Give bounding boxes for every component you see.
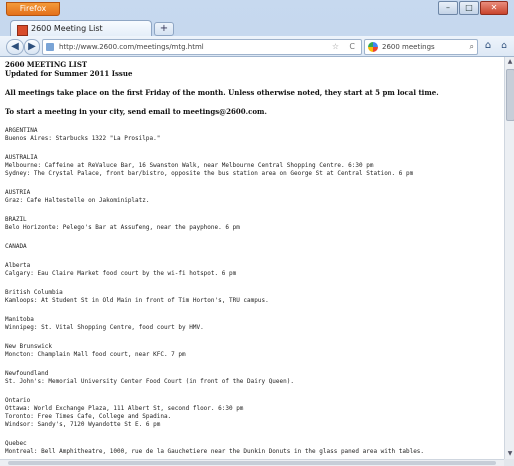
- title-bar: Firefox – □ ✕: [0, 0, 514, 18]
- regions-list: ARGENTINA Buenos Aires: Starbucks 1322 "L…: [5, 127, 503, 456]
- search-input[interactable]: 2600 meetings: [382, 40, 435, 54]
- bookmark-star-icon[interactable]: ☆: [332, 40, 339, 54]
- region-block: New Brunswick Moncton: Champlain Mall foo…: [5, 343, 503, 359]
- region-block: Quebec Montreal: Bell Amphitheatre, 1000,…: [5, 440, 503, 456]
- contact-info: To start a meeting in your city, send em…: [5, 107, 267, 116]
- region-name: AUSTRALIA: [5, 154, 38, 161]
- horizontal-scrollbar[interactable]: [0, 459, 504, 466]
- meeting-info: All meetings take place on the first Fri…: [5, 88, 439, 97]
- forward-button[interactable]: ▶: [24, 39, 40, 55]
- reload-icon[interactable]: C: [349, 40, 355, 54]
- region-block: Manitoba Winnipeg: St. Vital Shopping Cen…: [5, 316, 503, 332]
- address-url[interactable]: http://www.2600.com/meetings/mtg.html: [59, 40, 204, 54]
- maximize-button[interactable]: □: [459, 1, 479, 15]
- region-name: Manitoba: [5, 316, 34, 323]
- scroll-up-arrow[interactable]: ▲: [506, 58, 514, 66]
- firefox-menu-button[interactable]: Firefox: [6, 2, 60, 16]
- tab-2600-meeting-list[interactable]: 2600 Meeting List: [10, 20, 152, 37]
- region-block: CANADA: [5, 243, 503, 251]
- region-name: Alberta: [5, 262, 31, 269]
- region-name: Quebec: [5, 440, 27, 447]
- meeting-entry: Toronto: Free Times Cafe, College and Sp…: [5, 413, 172, 420]
- scroll-down-arrow[interactable]: ▼: [506, 450, 514, 458]
- meeting-entry: Melbourne: Caffeine at ReValuce Bar, 16 …: [5, 162, 374, 169]
- meeting-entry: Belo Horizonte: Pelego's Bar at Assufeng…: [5, 224, 240, 231]
- scrollbar-corner: [504, 459, 514, 466]
- page-content: 2600 MEETING LIST Updated for Summer 201…: [0, 57, 504, 459]
- meeting-entry: Graz: Cafe Haltestelle on Jakominiplatz.: [5, 197, 150, 204]
- browser-window: Firefox – □ ✕ 2600 Meeting List + ◀ ▶ ht…: [0, 0, 514, 466]
- region-name: British Columbia: [5, 289, 63, 296]
- window-controls: – □ ✕: [438, 1, 508, 15]
- extension-icon[interactable]: ⌂: [498, 39, 510, 53]
- address-bar[interactable]: http://www.2600.com/meetings/mtg.html ☆ …: [42, 39, 362, 55]
- meeting-entry: Calgary: Eau Claire Market food court by…: [5, 270, 237, 277]
- region-block: Alberta Calgary: Eau Claire Market food c…: [5, 262, 503, 278]
- meeting-entry: Buenos Aires: Starbucks 1322 "La Prosilp…: [5, 135, 161, 142]
- region-name: New Brunswick: [5, 343, 52, 350]
- home-icon[interactable]: ⌂: [482, 39, 494, 53]
- region-name: ARGENTINA: [5, 127, 38, 134]
- google-engine-icon[interactable]: [368, 42, 378, 52]
- region-name: Ontario: [5, 397, 31, 404]
- close-button[interactable]: ✕: [480, 1, 508, 15]
- region-block: AUSTRALIA Melbourne: Caffeine at ReValuce…: [5, 154, 503, 178]
- horizontal-scroll-thumb[interactable]: [8, 461, 496, 465]
- page-subtitle: Updated for Summer 2011 Issue: [5, 69, 133, 78]
- region-block: Newfoundland St. John's: Memorial Univers…: [5, 370, 503, 386]
- meeting-entry: Montreal: Bell Amphitheatre, 1000, rue d…: [5, 448, 425, 455]
- meeting-entry: Kamloops: At Student St in Old Main in f…: [5, 297, 269, 304]
- region-block: ARGENTINA Buenos Aires: Starbucks 1322 "L…: [5, 127, 503, 143]
- meeting-entry: St. John's: Memorial University Center F…: [5, 378, 294, 385]
- region-name: AUSTRIA: [5, 189, 31, 196]
- back-button[interactable]: ◀: [6, 39, 24, 55]
- region-name: BRAZIL: [5, 216, 27, 223]
- vertical-scroll-thumb[interactable]: [506, 69, 514, 121]
- favicon-icon: [17, 25, 28, 36]
- meeting-entry: Moncton: Champlain Mall food court, near…: [5, 351, 186, 358]
- meeting-entry: Windsor: Sandy's, 7120 Wyandotte St E. 6…: [5, 421, 161, 428]
- new-tab-button[interactable]: +: [154, 22, 174, 36]
- region-block: British Columbia Kamloops: At Student St …: [5, 289, 503, 305]
- region-name: Newfoundland: [5, 370, 49, 377]
- region-block: AUSTRIA Graz: Cafe Haltestelle on Jakomin…: [5, 189, 503, 205]
- minimize-button[interactable]: –: [438, 1, 458, 15]
- region-block: BRAZIL Belo Horizonte: Pelego's Bar at As…: [5, 216, 503, 232]
- page-title: 2600 MEETING LIST: [5, 60, 88, 69]
- region-block: Ontario Ottawa: World Exchange Plaza, 111…: [5, 397, 503, 429]
- meeting-entry: Sydney: The Crystal Palace, front bar/bi…: [5, 170, 414, 177]
- meeting-entry: Ottawa: World Exchange Plaza, 111 Albert…: [5, 405, 244, 412]
- search-bar[interactable]: 2600 meetings ⌕: [364, 39, 478, 55]
- meeting-entry: Winnipeg: St. Vital Shopping Centre, foo…: [5, 324, 204, 331]
- region-name: CANADA: [5, 243, 27, 250]
- meeting-list-document: 2600 MEETING LIST Updated for Summer 201…: [5, 60, 503, 456]
- navigation-toolbar: ◀ ▶ http://www.2600.com/meetings/mtg.htm…: [0, 36, 514, 57]
- vertical-scrollbar[interactable]: ▲ ▼: [504, 57, 514, 459]
- site-identity-icon[interactable]: [46, 43, 54, 51]
- tab-title: 2600 Meeting List: [31, 24, 103, 33]
- search-icon[interactable]: ⌕: [470, 40, 474, 54]
- tab-strip: 2600 Meeting List +: [0, 18, 514, 37]
